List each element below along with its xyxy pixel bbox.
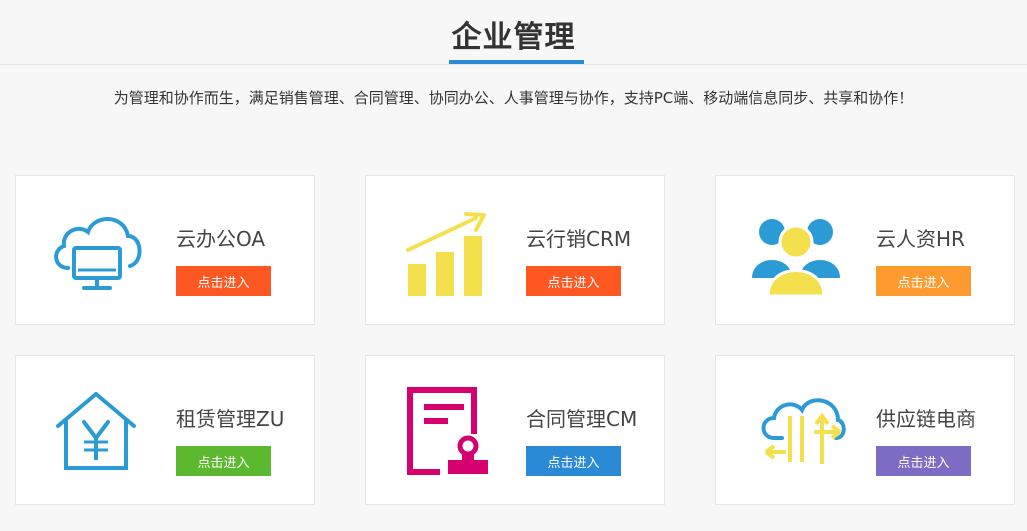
enter-button[interactable]: 点击进入 (876, 446, 971, 476)
enter-button[interactable]: 点击进入 (876, 266, 971, 296)
card-hr: 云人资HR 点击进入 (715, 175, 1015, 325)
card-supply-chain: 供应链电商 点击进入 (715, 355, 1015, 505)
card-title: 云行销CRM (526, 227, 632, 251)
contract-stamp-icon (396, 386, 496, 476)
title-underline (449, 60, 584, 64)
card-title: 合同管理CM (526, 407, 638, 431)
card-title: 供应链电商 (876, 407, 976, 431)
cloud-transfer-icon (746, 386, 846, 476)
users-group-icon (746, 206, 846, 296)
enter-button[interactable]: 点击进入 (526, 266, 621, 296)
enter-button[interactable]: 点击进入 (526, 446, 621, 476)
card-title: 云办公OA (176, 227, 266, 251)
page-subtitle: 为管理和协作而生，满足销售管理、合同管理、协同办公、人事管理与协作，支持PC端、… (113, 89, 914, 107)
cloud-monitor-icon (46, 206, 146, 296)
enter-button[interactable]: 点击进入 (176, 266, 271, 296)
enter-button[interactable]: 点击进入 (176, 446, 271, 476)
page-title: 企业管理 (451, 20, 576, 55)
card-crm: 云行销CRM 点击进入 (365, 175, 665, 325)
card-title: 云人资HR (876, 227, 965, 251)
card-cm: 合同管理CM 点击进入 (365, 355, 665, 505)
card-zu: 租赁管理ZU 点击进入 (15, 355, 315, 505)
bar-chart-growth-icon (396, 206, 496, 296)
card-title: 租赁管理ZU (176, 407, 285, 431)
page-header: 企业管理 (0, 0, 1027, 65)
house-yen-icon (46, 386, 146, 476)
card-oa: 云办公OA 点击进入 (15, 175, 315, 325)
